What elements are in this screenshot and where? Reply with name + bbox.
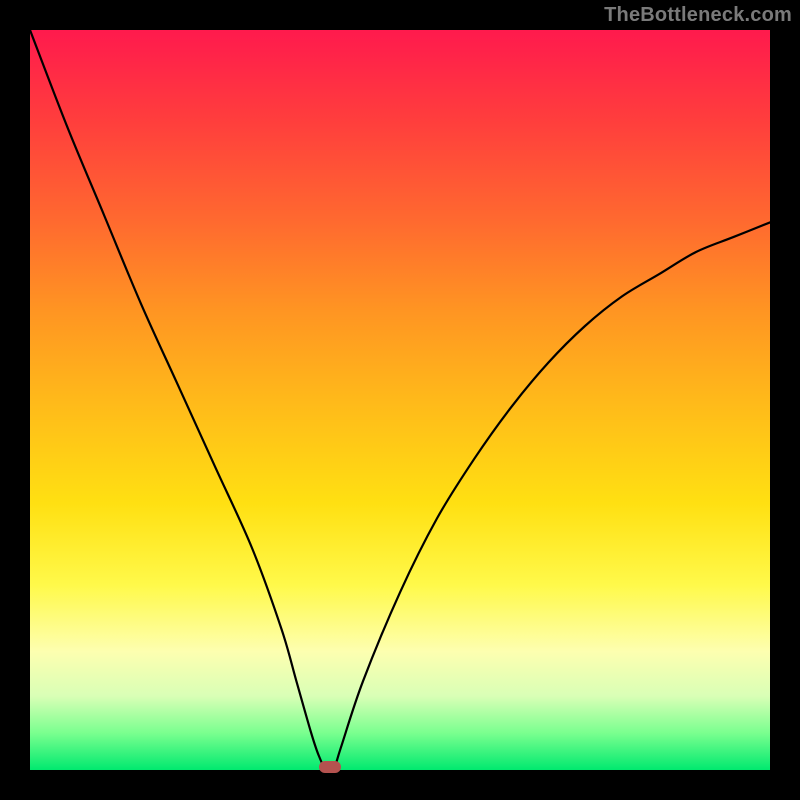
bottleneck-curve — [30, 30, 770, 770]
watermark-text: TheBottleneck.com — [604, 4, 792, 27]
chart-frame: TheBottleneck.com — [0, 0, 800, 800]
optimal-marker — [319, 761, 341, 773]
plot-area — [30, 30, 770, 770]
